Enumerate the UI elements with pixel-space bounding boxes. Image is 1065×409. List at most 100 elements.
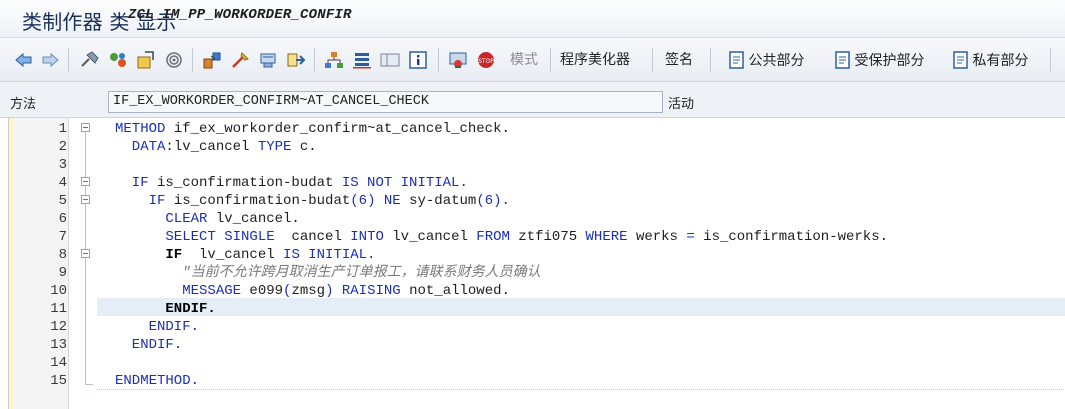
code-token: WHERE	[585, 229, 628, 245]
code-line[interactable]: CLEAR lv_cancel.	[115, 210, 300, 228]
display-change-icon[interactable]	[108, 50, 128, 70]
code-token: (6)	[350, 193, 376, 209]
code-line[interactable]: IF is_confirmation-budat IS NOT INITIAL.	[115, 174, 468, 192]
method-row: 方法 IF_EX_WORKORDER_CONFIRM~AT_CANCEL_CHE…	[0, 82, 1065, 118]
line-number: 9	[58, 265, 67, 281]
class-name: ZCL_IM_PP_WORKORDER_CONFIR	[128, 7, 352, 23]
code-token: ENDIF.	[115, 301, 216, 317]
line-number: 3	[58, 157, 67, 173]
code-line[interactable]: "当前不允许跨月取消生产订单报工，请联系财务人员确认	[115, 264, 541, 282]
current-line-highlight	[97, 298, 1065, 316]
code-token: e099	[241, 283, 284, 299]
code-line[interactable]: DATA:lv_cancel TYPE c.	[115, 138, 317, 156]
code-line[interactable]: IF lv_cancel IS INITIAL.	[115, 246, 375, 264]
code-line[interactable]: IF is_confirmation-budat(6) NE sy-datum(…	[115, 192, 510, 210]
line-number: 6	[58, 211, 67, 227]
toolbar-separator	[550, 48, 551, 72]
code-token: "当前不允许跨月取消生产订单报工，请联系财务人员确认	[115, 265, 541, 281]
line-number: 8	[58, 247, 67, 263]
code-token: lv_cancel.	[207, 211, 300, 227]
code-token: METHOD	[115, 121, 166, 137]
toolbar-separator	[192, 48, 193, 72]
private-section-button[interactable]: 私有部分	[944, 50, 1036, 70]
private-section-label: 私有部分	[972, 53, 1029, 69]
fold-toggle-icon[interactable]	[81, 123, 90, 132]
hierarchy-icon[interactable]	[324, 50, 344, 70]
code-token: CLEAR	[115, 211, 208, 227]
code-token: lv_cancel	[182, 247, 284, 263]
method-name-field[interactable]: IF_EX_WORKORDER_CONFIRM~AT_CANCEL_CHECK	[108, 91, 663, 113]
code-token: is_confirmation-budat	[148, 175, 342, 191]
info-icon[interactable]	[408, 50, 428, 70]
code-token: IF	[115, 247, 183, 263]
line-number: 13	[50, 337, 67, 353]
toolbar-separator	[652, 48, 653, 72]
back-icon[interactable]	[14, 50, 34, 70]
code-token: :lv_cancel	[165, 139, 258, 155]
line-number: 1	[58, 121, 67, 137]
object-list-icon[interactable]	[352, 50, 372, 70]
code-token: ENDIF.	[115, 319, 200, 335]
protected-section-label: 受保护部分	[854, 53, 925, 69]
document-icon	[952, 51, 970, 69]
code-line[interactable]: ENDIF.	[115, 336, 182, 354]
code-token: ENDIF.	[115, 337, 183, 353]
active-inactive-icon[interactable]	[136, 50, 156, 70]
toolbar-separator	[710, 48, 711, 72]
activation-status: 活动	[668, 97, 695, 112]
protected-section-button[interactable]: 受保护部分	[824, 50, 934, 70]
application-toolbar: STOP 模式 程序美化器 签名 公共部分 受保护部分 私有部分	[0, 38, 1065, 82]
code-token: IS INITIAL.	[283, 247, 376, 263]
line-number: 7	[58, 229, 67, 245]
svg-text:STOP: STOP	[478, 58, 494, 65]
stop-icon[interactable]: STOP	[476, 50, 496, 70]
check-icon[interactable]	[164, 50, 184, 70]
code-token: is_confirmation-werks.	[694, 229, 888, 245]
public-section-button[interactable]: 公共部分	[720, 50, 812, 70]
code-token: lv_cancel	[383, 229, 477, 245]
code-token: DATA	[115, 139, 166, 155]
activate-icon[interactable]	[202, 50, 222, 70]
pretty-printer-button[interactable]: 程序美化器	[560, 50, 630, 70]
code-editor[interactable]: 1 METHOD if_ex_workorder_confirm~at_cance…	[8, 118, 1065, 409]
code-token: MESSAGE	[115, 283, 242, 299]
code-token: INTO	[350, 229, 384, 245]
fold-toggle-icon[interactable]	[81, 177, 90, 186]
code-token: werks	[627, 229, 687, 245]
code-line[interactable]: METHOD if_ex_workorder_confirm~at_cancel…	[115, 120, 510, 138]
signature-icon[interactable]	[448, 50, 468, 70]
other-object-icon[interactable]	[80, 50, 100, 70]
line-number: 11	[50, 301, 67, 317]
code-token: RAISING	[341, 283, 401, 299]
toolbar-separator	[68, 48, 69, 72]
end-of-code-marker	[97, 389, 1065, 390]
public-section-label: 公共部分	[748, 53, 805, 69]
line-number: 5	[58, 193, 67, 209]
where-used-icon[interactable]	[258, 50, 278, 70]
line-number: 2	[58, 139, 67, 155]
navigate-icon[interactable]	[286, 50, 306, 70]
toolbar-separator	[314, 48, 315, 72]
code-line[interactable]: ENDIF.	[115, 318, 199, 336]
forward-icon[interactable]	[40, 50, 60, 70]
code-token: cancel	[274, 229, 351, 245]
code-line[interactable]: SELECT SINGLE cancel INTO lv_cancel FROM…	[115, 228, 888, 246]
mode-button[interactable]: 模式	[510, 50, 538, 70]
code-line[interactable]: MESSAGE e099(zmsg) RAISING not_allowed.	[115, 282, 510, 300]
window-title: 类制作器 类 ZCL_IM_PP_WORKORDER_CONFIR 显示	[22, 6, 351, 35]
code-token: IS NOT INITIAL.	[341, 175, 468, 191]
code-line[interactable]: ENDMETHOD.	[115, 372, 199, 390]
layout-icon[interactable]	[380, 50, 400, 70]
signature-button[interactable]: 签名	[665, 50, 693, 70]
code-line[interactable]: ENDIF.	[115, 300, 216, 318]
document-icon	[728, 51, 746, 69]
fold-toggle-icon[interactable]	[81, 249, 90, 258]
code-token: NE	[383, 193, 401, 209]
toolbar-separator	[438, 48, 439, 72]
test-icon[interactable]	[230, 50, 250, 70]
toolbar-separator	[1050, 48, 1051, 72]
fold-toggle-icon[interactable]	[81, 195, 90, 204]
code-token: IF	[115, 175, 149, 191]
code-token: not_allowed.	[400, 283, 510, 299]
